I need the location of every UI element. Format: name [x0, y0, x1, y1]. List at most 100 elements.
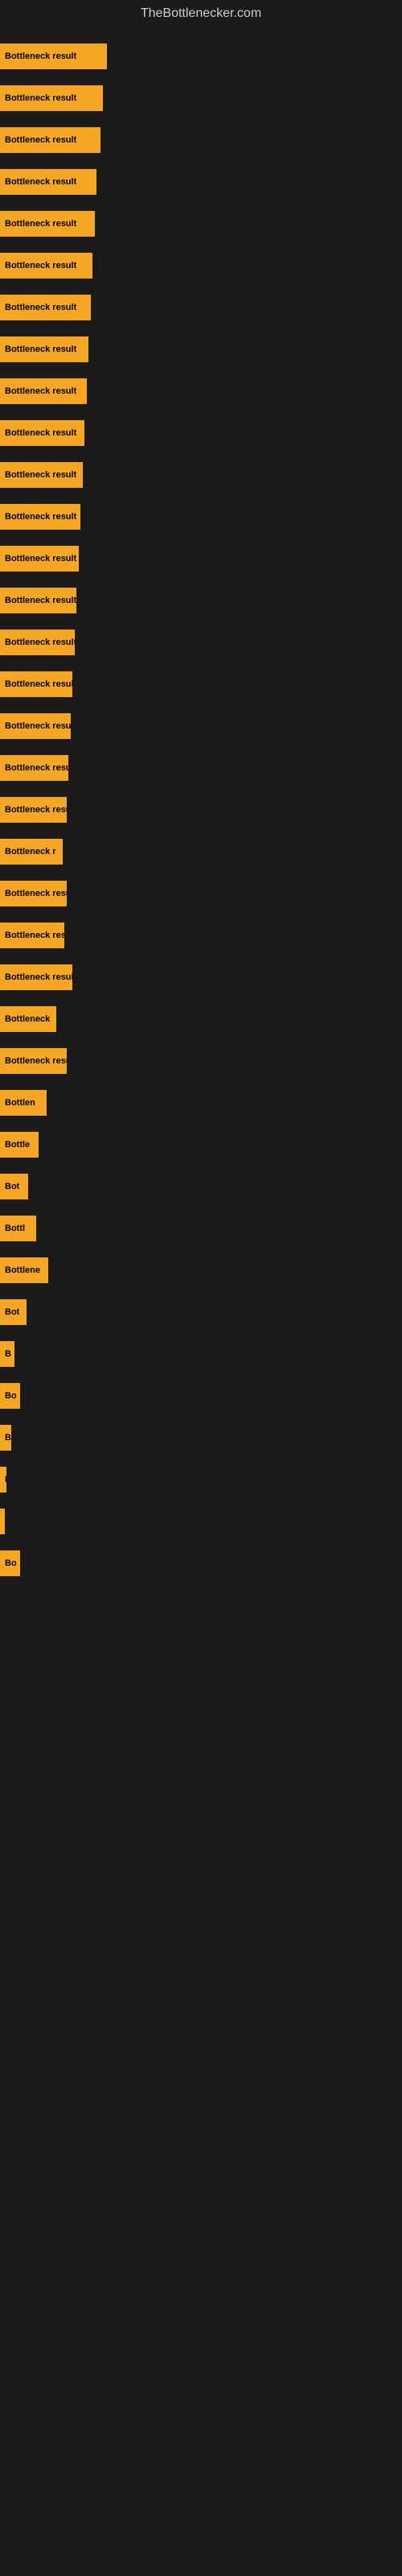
bar-29: Bottlene [0, 1257, 48, 1283]
bar-label-20: Bottleneck resu [5, 889, 67, 898]
bar-12: Bottleneck result [0, 546, 79, 572]
bar-5: Bottleneck result [0, 253, 92, 279]
bar-25: Bottlen [0, 1090, 47, 1116]
bar-9: Bottleneck result [0, 420, 84, 446]
bar-label-2: Bottleneck result [5, 135, 76, 145]
bar-7: Bottleneck result [0, 336, 88, 362]
bar-row: Bottleneck resu [0, 1040, 402, 1082]
bar-row: Bot [0, 1291, 402, 1333]
bar-label-4: Bottleneck result [5, 219, 76, 229]
bar-label-14: Bottleneck result [5, 638, 75, 647]
bar-label-6: Bottleneck result [5, 303, 76, 312]
bar-19: Bottleneck r [0, 839, 63, 865]
bar-14: Bottleneck result [0, 630, 75, 655]
bar-16: Bottleneck result [0, 713, 71, 739]
bar-6: Bottleneck result [0, 295, 91, 320]
bar-row: I [0, 1459, 402, 1501]
bar-row: B [0, 1333, 402, 1375]
bar-row: Bo [0, 1375, 402, 1417]
bar-row: Bottleneck result [0, 35, 402, 77]
bar-row: Bottleneck [0, 998, 402, 1040]
bar-row: Bottleneck result [0, 370, 402, 412]
bar-row: Bottleneck result [0, 496, 402, 538]
bar-row: Bottleneck result [0, 203, 402, 245]
bar-row: Bottleneck result [0, 621, 402, 663]
bar-row: Bottleneck result [0, 328, 402, 370]
site-title: TheBottlenecker.com [0, 0, 402, 27]
bar-11: Bottleneck result [0, 504, 80, 530]
bar-row: Bottleneck result [0, 747, 402, 789]
bar-row: Bottleneck result [0, 245, 402, 287]
bar-row: Bottle [0, 1124, 402, 1166]
bar-label-3: Bottleneck result [5, 177, 76, 187]
bar-row: Bottleneck result [0, 454, 402, 496]
bar-row: Bottleneck result [0, 77, 402, 119]
bar-label-9: Bottleneck result [5, 428, 76, 438]
bar-label-17: Bottleneck result [5, 763, 68, 773]
bar-row: Bottleneck result [0, 663, 402, 705]
bar-row: Bottleneck result [0, 538, 402, 580]
bar-23: Bottleneck [0, 1006, 56, 1032]
bar-26: Bottle [0, 1132, 39, 1158]
bar-label-15: Bottleneck result [5, 679, 72, 689]
bar-row: Bottlene [0, 1249, 402, 1291]
bar-row: Bottl [0, 1208, 402, 1249]
site-title-text: TheBottlenecker.com [141, 6, 261, 20]
bar-label-13: Bottleneck result [5, 596, 76, 605]
bar-33: B [0, 1425, 11, 1451]
bar-label-11: Bottleneck result [5, 512, 76, 522]
bar-label-21: Bottleneck res [5, 931, 64, 940]
bar-32: Bo [0, 1383, 20, 1409]
bar-row: Bottleneck r [0, 831, 402, 873]
bar-1: Bottleneck result [0, 85, 103, 111]
bar-label-19: Bottleneck r [5, 847, 56, 857]
bar-label-26: Bottle [5, 1140, 30, 1150]
bar-27: Bot [0, 1174, 28, 1199]
bar-13: Bottleneck result [0, 588, 76, 613]
bar-18: Bottleneck resu [0, 797, 67, 823]
bar-35 [0, 1509, 5, 1534]
bars-container: Bottleneck result Bottleneck result Bottle… [0, 27, 402, 1592]
bar-30: Bot [0, 1299, 27, 1325]
bar-label-28: Bottl [5, 1224, 25, 1233]
bar-label-24: Bottleneck resu [5, 1056, 67, 1066]
bar-row: Bottleneck result [0, 287, 402, 328]
bar-row: Bottleneck result [0, 580, 402, 621]
bar-row: Bottleneck result [0, 956, 402, 998]
bar-22: Bottleneck result [0, 964, 72, 990]
bar-row: Bottleneck resu [0, 873, 402, 914]
bar-label-18: Bottleneck resu [5, 805, 67, 815]
bar-15: Bottleneck result [0, 671, 72, 697]
bar-28: Bottl [0, 1216, 36, 1241]
bar-24: Bottleneck resu [0, 1048, 67, 1074]
bar-3: Bottleneck result [0, 169, 96, 195]
bar-row: Bottleneck result [0, 119, 402, 161]
bar-label-12: Bottleneck result [5, 554, 76, 564]
bar-row: Bottleneck res [0, 914, 402, 956]
bar-34: I [0, 1467, 6, 1492]
bar-4: Bottleneck result [0, 211, 95, 237]
bar-label-8: Bottleneck result [5, 386, 76, 396]
bar-10: Bottleneck result [0, 462, 83, 488]
bar-label-31: B [5, 1349, 11, 1359]
bar-label-23: Bottleneck [5, 1014, 50, 1024]
bar-8: Bottleneck result [0, 378, 87, 404]
bar-label-22: Bottleneck result [5, 972, 72, 982]
bar-36: Bo [0, 1550, 20, 1576]
bar-31: B [0, 1341, 14, 1367]
bar-label-16: Bottleneck result [5, 721, 71, 731]
bar-0: Bottleneck result [0, 43, 107, 69]
bar-label-32: Bo [5, 1391, 17, 1401]
bar-label-25: Bottlen [5, 1098, 35, 1108]
bar-label-5: Bottleneck result [5, 261, 76, 270]
bar-label-36: Bo [5, 1558, 17, 1568]
bar-row: B [0, 1417, 402, 1459]
bar-row: Bot [0, 1166, 402, 1208]
bar-label-1: Bottleneck result [5, 93, 76, 103]
bar-label-30: Bot [5, 1307, 19, 1317]
bar-row: Bottlen [0, 1082, 402, 1124]
bar-label-34: I [5, 1475, 6, 1484]
bar-17: Bottleneck result [0, 755, 68, 781]
bar-row: Bottleneck result [0, 412, 402, 454]
bar-21: Bottleneck res [0, 923, 64, 948]
